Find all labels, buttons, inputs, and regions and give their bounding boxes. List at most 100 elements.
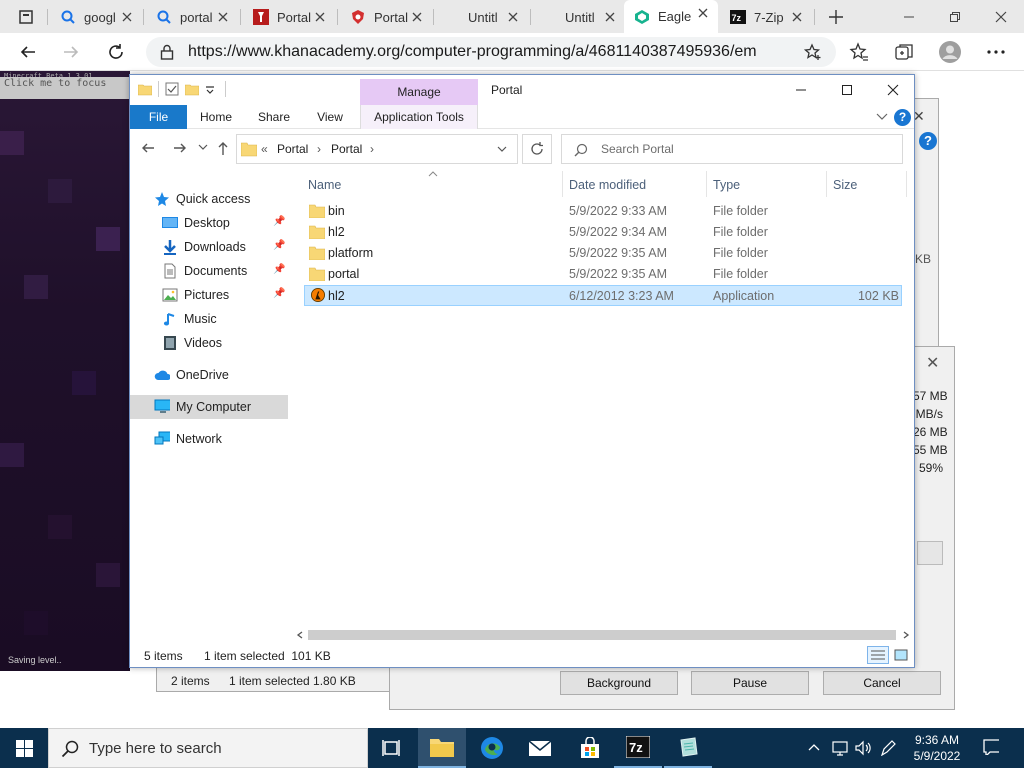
scroll-right-icon[interactable] — [902, 631, 910, 639]
browser-tab[interactable]: Portal — [340, 4, 432, 30]
pause-button[interactable]: Pause — [691, 671, 809, 695]
breadcrumb-separator[interactable]: › — [370, 142, 374, 156]
large-icons-view-button[interactable] — [891, 646, 911, 664]
column-header-date[interactable]: Date modified — [569, 178, 646, 192]
help-icon[interactable]: ? — [894, 109, 911, 126]
focus-prompt[interactable]: Click me to focus — [0, 77, 130, 99]
tab-application-tools[interactable]: Application Tools — [360, 105, 478, 129]
file-explorer-taskbar-button[interactable] — [418, 728, 466, 768]
forward-button[interactable] — [55, 36, 87, 68]
network-tray-icon[interactable] — [832, 740, 848, 756]
horizontal-scrollbar[interactable] — [292, 627, 914, 643]
breadcrumb-separator[interactable]: › — [317, 142, 321, 156]
game-canvas[interactable]: Minecraft Beta 1.3_01 Click me to focus … — [0, 71, 130, 671]
start-button[interactable] — [0, 728, 48, 768]
nav-item-downloads[interactable]: Downloads 📌 — [130, 235, 288, 259]
nav-item-my-computer[interactable]: My Computer — [130, 395, 288, 419]
chevron-up-icon[interactable] — [806, 740, 822, 756]
breadcrumb-overflow[interactable]: « — [261, 142, 268, 156]
file-row[interactable]: hl2 5/9/2022 9:34 AM File folder — [304, 222, 902, 243]
tab-home[interactable]: Home — [192, 105, 240, 129]
nav-item-desktop[interactable]: Desktop 📌 — [130, 211, 288, 235]
edge-taskbar-button[interactable] — [468, 728, 516, 768]
forward-button[interactable] — [172, 140, 188, 156]
cancel-button[interactable]: Cancel — [823, 671, 941, 695]
close-icon[interactable] — [216, 10, 230, 24]
tab-file[interactable]: File — [130, 105, 187, 129]
nav-item-network[interactable]: Network — [130, 427, 288, 451]
close-icon[interactable] — [410, 10, 424, 24]
background-button[interactable]: Background — [560, 671, 678, 695]
file-explorer-window[interactable]: Manage Portal File Home Share View Appli… — [129, 74, 915, 668]
details-view-button[interactable] — [867, 646, 889, 664]
tab-share[interactable]: Share — [250, 105, 298, 129]
task-view-button[interactable] — [368, 728, 416, 768]
taskbar-search-box[interactable]: Type here to search — [48, 728, 368, 768]
pin-icon[interactable]: 📌 — [273, 240, 285, 251]
file-row[interactable]: bin 5/9/2022 9:33 AM File folder — [304, 201, 902, 222]
search-input[interactable]: Search Portal — [561, 134, 903, 164]
minimize-button[interactable] — [778, 75, 824, 105]
system-clock[interactable]: 9:36 AM 5/9/2022 — [906, 732, 968, 764]
pin-icon[interactable]: 📌 — [273, 264, 285, 275]
close-icon[interactable] — [506, 10, 520, 24]
nav-item-music[interactable]: Music — [130, 307, 288, 331]
settings-menu-button[interactable] — [980, 36, 1012, 68]
breadcrumb-item[interactable]: Portal — [277, 142, 308, 156]
address-bar[interactable]: « Portal › Portal › — [236, 134, 518, 164]
close-icon[interactable] — [313, 10, 327, 24]
recent-locations-button[interactable] — [198, 144, 208, 152]
url-text[interactable]: https://www.khanacademy.org/computer-pro… — [188, 43, 758, 61]
browser-tab[interactable]: Portal — [243, 4, 335, 30]
mail-taskbar-button[interactable] — [516, 728, 564, 768]
back-button[interactable] — [12, 36, 44, 68]
notifications-icon[interactable] — [983, 739, 999, 755]
nav-item-videos[interactable]: Videos — [130, 331, 288, 355]
close-icon[interactable] — [603, 10, 617, 24]
scrollbar-thumb[interactable] — [308, 630, 896, 640]
pin-icon[interactable]: 📌 — [273, 216, 285, 227]
tab-view[interactable]: View — [306, 105, 354, 129]
close-icon[interactable] — [120, 10, 134, 24]
favorites-button[interactable] — [843, 36, 875, 68]
browser-tab[interactable]: Untitl — [436, 4, 528, 30]
volume-icon[interactable] — [855, 740, 871, 756]
breadcrumb-item[interactable]: Portal — [331, 142, 362, 156]
column-header-type[interactable]: Type — [713, 178, 740, 192]
file-row[interactable]: platform 5/9/2022 9:35 AM File folder — [304, 243, 902, 264]
manage-context-tab[interactable]: Manage — [360, 79, 478, 105]
refresh-button[interactable] — [522, 134, 552, 164]
new-folder-icon[interactable] — [185, 82, 199, 96]
expand-ribbon-icon[interactable] — [876, 113, 888, 121]
favorite-add-icon[interactable] — [804, 43, 822, 61]
pin-icon[interactable]: 📌 — [273, 288, 285, 299]
close-icon[interactable] — [790, 10, 804, 24]
nav-item-pictures[interactable]: Pictures 📌 — [130, 283, 288, 307]
minecraft-launcher-taskbar-button[interactable] — [664, 728, 712, 768]
nav-item-quick-access[interactable]: Quick access — [130, 187, 288, 211]
collections-button[interactable] — [888, 36, 920, 68]
scroll-left-icon[interactable] — [296, 631, 304, 639]
address-bar[interactable]: https://www.khanacademy.org/computer-pro… — [146, 37, 836, 67]
store-taskbar-button[interactable] — [566, 728, 614, 768]
workspaces-button[interactable] — [8, 4, 44, 30]
maximize-button[interactable] — [824, 75, 870, 105]
browser-tab-active[interactable]: Eagle — [624, 0, 718, 33]
minimize-button[interactable] — [886, 0, 932, 33]
back-button[interactable] — [140, 140, 156, 156]
pen-icon[interactable] — [880, 740, 896, 756]
7zip-taskbar-button[interactable]: 7z — [614, 728, 662, 768]
browser-tab[interactable]: 7z 7-Zip — [720, 4, 812, 30]
properties-icon[interactable] — [165, 82, 179, 96]
browser-tab[interactable]: portal — [146, 4, 238, 30]
profile-button[interactable] — [934, 36, 966, 68]
up-button[interactable] — [216, 140, 230, 156]
close-icon[interactable]: ✕ — [926, 353, 939, 373]
column-header-size[interactable]: Size — [833, 178, 857, 192]
chevron-down-icon[interactable] — [497, 146, 507, 154]
close-icon[interactable] — [696, 6, 710, 20]
refresh-button[interactable] — [100, 36, 132, 68]
nav-item-documents[interactable]: Documents 📌 — [130, 259, 288, 283]
browser-tab[interactable]: Untitl — [533, 4, 625, 30]
restore-button[interactable] — [932, 0, 978, 33]
